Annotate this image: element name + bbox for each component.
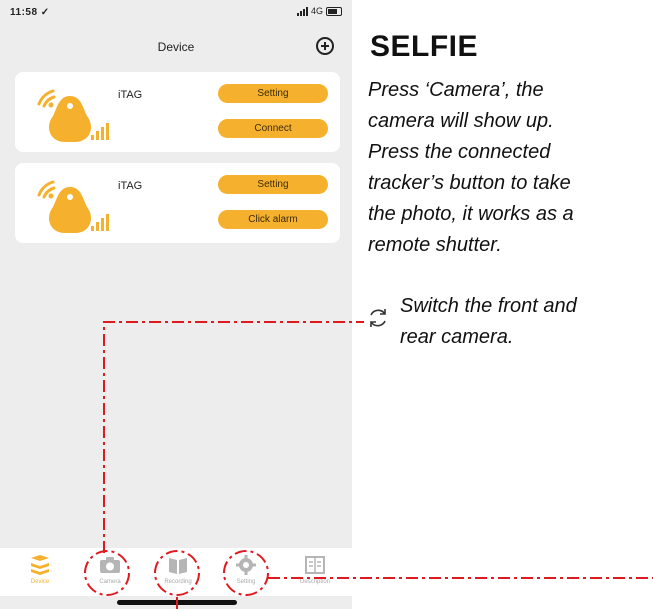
instruction-line: remote shutter. [368,234,502,256]
tab-camera[interactable]: Camera [75,548,145,596]
instruction-text: Press ‘Camera’, the camera will show up.… [368,75,653,261]
tab-recording[interactable]: Recording [143,548,213,596]
device-card: iTAG Setting Connect [15,72,340,152]
device-name: iTAG [118,180,143,192]
tab-label: Camera [99,579,121,585]
tab-label: Setting [236,579,256,585]
switch-line: Switch the front and [400,295,577,317]
page-title: Device [157,40,195,54]
tab-bar: Device Camera Recording Setting Descript… [0,548,352,596]
carrier-label: 4G [310,6,323,16]
itag-tracker-icon [37,89,109,142]
tab-label: Description [299,579,330,585]
switch-line: rear camera. [400,326,514,348]
connect-button[interactable]: Connect [218,119,328,138]
status-bar: 11:58 ✓ 4G [0,0,352,26]
phone-screen: 11:58 ✓ 4G Device iTAG Setting Connect i… [0,0,352,609]
setting-button[interactable]: Setting [218,175,328,194]
layers-icon [31,555,49,575]
tab-device[interactable]: Device [5,548,75,596]
click-alarm-button[interactable]: Click alarm [218,210,328,229]
instruction-line: Press the connected [368,141,551,163]
device-name: iTAG [118,89,143,101]
itag-tracker-icon [37,180,109,233]
camera-icon [100,557,120,573]
description-icon [305,556,325,574]
setting-button[interactable]: Setting [218,84,328,103]
status-indicators: 4G [296,6,342,16]
instruction-line: camera will show up. [368,110,554,132]
tab-setting[interactable]: Setting [211,548,281,596]
instruction-line: tracker’s button to take [368,172,571,194]
gear-icon [236,555,256,575]
home-indicator [117,600,237,605]
book-icon [169,558,187,574]
status-time: 11:58 ✓ [10,7,50,18]
cell-signal-icon [296,6,308,16]
section-heading: SELFIE [370,30,479,63]
add-device-button[interactable] [316,37,334,55]
tab-description[interactable]: Description [280,548,350,596]
battery-icon [326,6,342,16]
switch-camera-text: Switch the front and rear camera. [400,291,653,353]
device-card: iTAG Setting Click alarm [15,163,340,243]
add-circle-icon [321,42,329,50]
tab-label: Recording [164,579,192,585]
camera-switch-icon [370,309,386,327]
tab-label: Device [30,579,50,585]
nav-bar: Device [0,30,352,64]
instruction-line: Press ‘Camera’, the [368,79,544,101]
instruction-line: the photo, it works as a [368,203,574,225]
